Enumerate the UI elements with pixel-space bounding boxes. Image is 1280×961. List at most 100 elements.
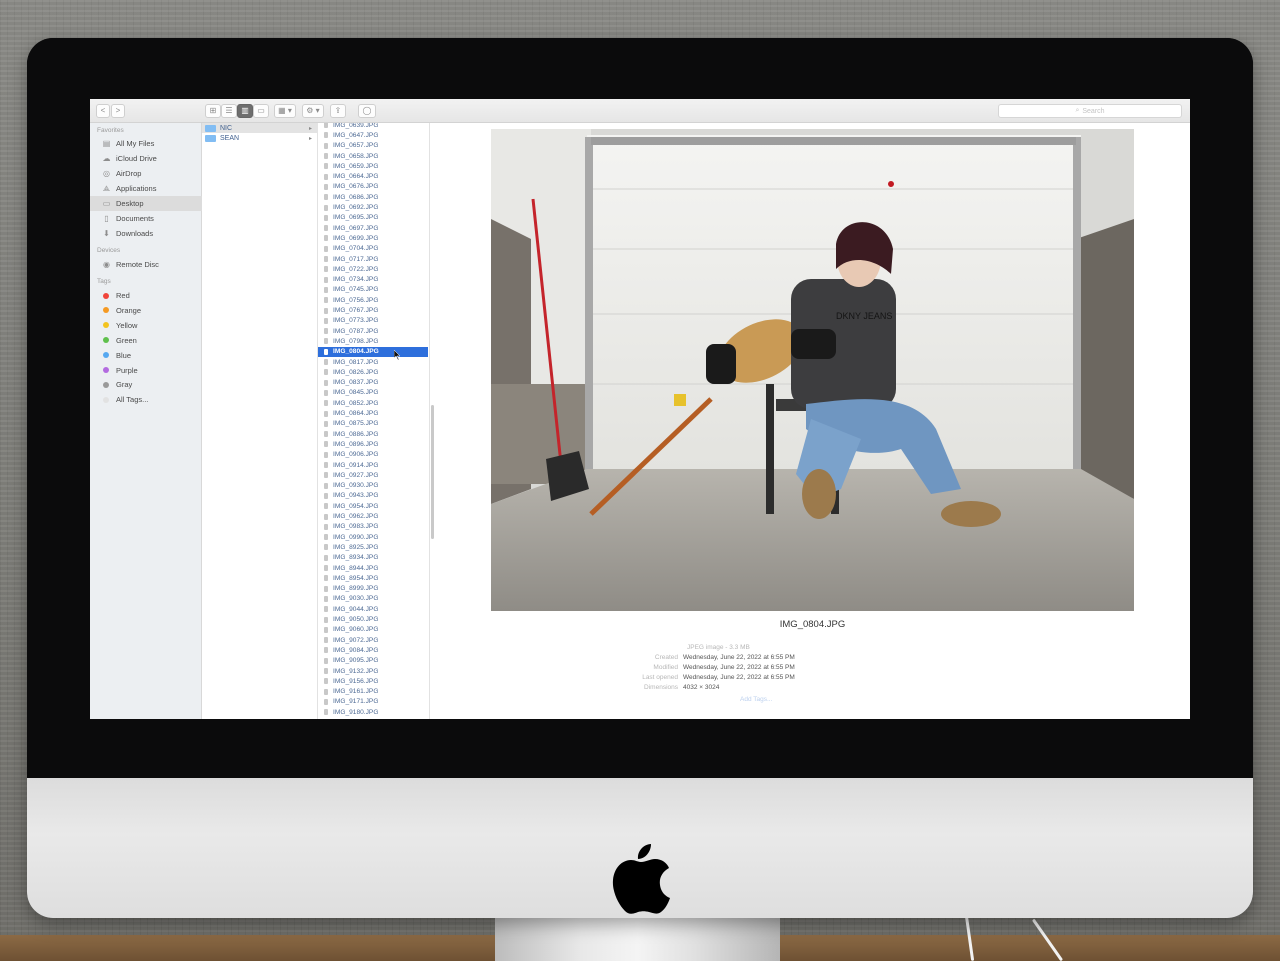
file-item[interactable]: IMG_9161.JPG [318,687,428,697]
file-item[interactable]: IMG_9084.JPG [318,645,428,655]
file-item[interactable]: IMG_0697.JPG [318,223,428,233]
file-item[interactable]: IMG_0817.JPG [318,357,428,367]
file-item[interactable]: IMG_0704.JPG [318,244,428,254]
sidebar-tag-red[interactable]: Red [90,288,202,303]
sidebar-item-all-my-files[interactable]: ▤ All My Files [90,136,202,151]
list-view-button[interactable]: ☰ [221,104,237,118]
file-item[interactable]: IMG_0657.JPG [318,141,428,151]
share-button[interactable]: ⇪ [330,104,346,118]
tag-button[interactable]: ◯ [358,104,376,118]
file-item[interactable]: IMG_0756.JPG [318,295,428,305]
file-item[interactable]: IMG_0639.JPG [318,123,428,130]
file-item[interactable]: IMG_0798.JPG [318,336,428,346]
file-item[interactable]: IMG_0962.JPG [318,511,428,521]
file-item[interactable]: IMG_0943.JPG [318,491,428,501]
sidebar-item-downloads[interactable]: ⬇ Downloads [90,226,202,241]
file-item[interactable]: IMG_9095.JPG [318,656,428,666]
file-item[interactable]: IMG_0658.JPG [318,151,428,161]
file-item[interactable]: IMG_8925.JPG [318,542,428,552]
file-name: IMG_0983.JPG [333,523,379,531]
file-item[interactable]: IMG_9156.JPG [318,676,428,686]
file-item[interactable]: IMG_0954.JPG [318,501,428,511]
file-item[interactable]: IMG_0983.JPG [318,522,428,532]
action-button[interactable]: ⚙ ▾ [302,104,324,118]
sidebar-item-airdrop[interactable]: ◎ AirDrop [90,166,202,181]
file-item[interactable]: IMG_0647.JPG [318,130,428,140]
file-item[interactable]: IMG_9030.JPG [318,594,428,604]
image-file-icon [324,441,328,448]
file-item[interactable]: IMG_0914.JPG [318,460,428,470]
file-item[interactable]: IMG_0717.JPG [318,254,428,264]
file-item[interactable]: IMG_0695.JPG [318,213,428,223]
file-item[interactable]: IMG_0845.JPG [318,388,428,398]
file-item[interactable]: IMG_0886.JPG [318,429,428,439]
sidebar-tag-label: Blue [116,350,132,360]
file-item[interactable]: IMG_0787.JPG [318,326,428,336]
file-item[interactable]: IMG_0930.JPG [318,481,428,491]
sidebar-tag-all-tags[interactable]: All Tags... [90,392,202,407]
file-item[interactable]: IMG_0826.JPG [318,367,428,377]
file-item[interactable]: IMG_0659.JPG [318,161,428,171]
file-name: IMG_0906.JPG [333,451,379,459]
file-item[interactable]: IMG_0676.JPG [318,182,428,192]
file-item[interactable]: IMG_9060.JPG [318,625,428,635]
file-item[interactable]: IMG_0927.JPG [318,470,428,480]
file-item[interactable]: IMG_0896.JPG [318,439,428,449]
add-tags-link[interactable]: Add Tags... [740,696,772,703]
sidebar-tag-gray[interactable]: Gray [90,377,202,392]
file-item[interactable]: IMG_0686.JPG [318,192,428,202]
back-button[interactable]: < [96,104,110,118]
file-item[interactable]: IMG_0664.JPG [318,172,428,182]
sidebar-tag-yellow[interactable]: Yellow [90,318,202,333]
file-item[interactable]: IMG_0852.JPG [318,398,428,408]
file-item[interactable]: IMG_8999.JPG [318,584,428,594]
file-item[interactable]: IMG_8954.JPG [318,573,428,583]
search-field[interactable]: ⌕ Search [998,104,1182,118]
file-item[interactable]: IMG_9050.JPG [318,614,428,624]
arrange-button[interactable]: ▦ ▾ [274,104,296,118]
file-name: IMG_9060.JPG [333,626,379,634]
sidebar-tag-blue[interactable]: Blue [90,348,202,363]
sidebar-item-icloud-drive[interactable]: ☁ iCloud Drive [90,151,202,166]
file-item[interactable]: IMG_0864.JPG [318,408,428,418]
forward-button[interactable]: > [111,104,125,118]
folder-item-sean[interactable]: SEAN ▸ [202,133,318,143]
file-item[interactable]: IMG_9171.JPG [318,697,428,707]
file-item[interactable]: IMG_0837.JPG [318,378,428,388]
sidebar-tag-green[interactable]: Green [90,333,202,348]
file-item[interactable]: IMG_0773.JPG [318,316,428,326]
file-item[interactable]: IMG_0722.JPG [318,264,428,274]
file-item[interactable]: IMG_0875.JPG [318,419,428,429]
file-item[interactable]: IMG_0699.JPG [318,233,428,243]
file-item[interactable]: IMG_0734.JPG [318,275,428,285]
file-item[interactable]: IMG_0692.JPG [318,202,428,212]
file-item[interactable]: IMG_0767.JPG [318,305,428,315]
icon-view-button[interactable]: ⊞ [205,104,221,118]
sidebar-item-remote-disc[interactable]: ◉ Remote Disc [90,257,202,272]
sidebar-tag-orange[interactable]: Orange [90,303,202,318]
file-item[interactable]: IMG_9132.JPG [318,666,428,676]
file-item[interactable]: IMG_0906.JPG [318,450,428,460]
tag-color-dot-icon [103,322,109,329]
all-files-icon: ▤ [102,139,111,148]
sidebar-tag-purple[interactable]: Purple [90,363,202,378]
file-item[interactable]: IMG_8944.JPG [318,563,428,573]
column-view-button[interactable]: ▥ [237,104,253,118]
file-item[interactable]: IMG_9072.JPG [318,635,428,645]
cover-flow-button[interactable]: ▭ [253,104,269,118]
folder-item-nic[interactable]: NIC ▸ [202,123,318,133]
file-item[interactable]: IMG_8934.JPG [318,553,428,563]
file-item[interactable]: IMG_0745.JPG [318,285,428,295]
file-item[interactable]: IMG_9180.JPG [318,707,428,717]
sidebar-item-label: iCloud Drive [116,154,157,163]
image-file-icon [324,163,328,170]
sidebar-item-applications[interactable]: ⟁ Applications [90,181,202,196]
file-item[interactable]: IMG_9044.JPG [318,604,428,614]
sidebar-item-documents[interactable]: ▯ Documents [90,211,202,226]
file-name: IMG_0704.JPG [333,245,379,253]
image-file-icon [324,709,328,716]
sidebar-item-desktop[interactable]: ▭ Desktop [90,196,202,211]
file-item[interactable]: IMG_0804.JPG [318,346,428,357]
folder-label: NIC [220,124,233,132]
file-item[interactable]: IMG_0990.JPG [318,532,428,542]
